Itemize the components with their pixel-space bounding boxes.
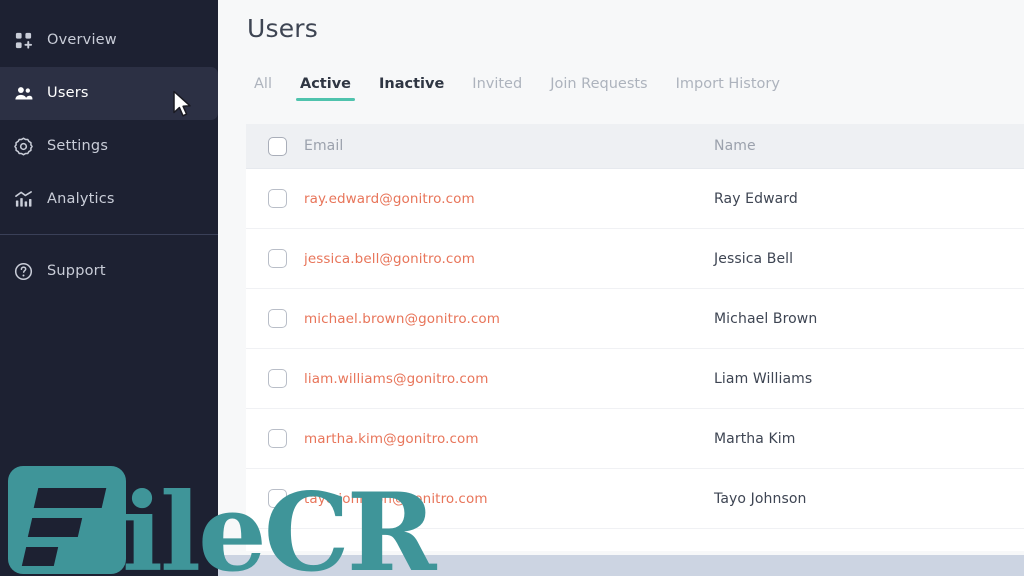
cell-name: Tayo Johnson: [714, 490, 807, 507]
sidebar-item-label: Support: [47, 263, 106, 280]
cell-email[interactable]: liam.williams@gonitro.com: [304, 371, 714, 387]
sidebar-item-settings[interactable]: Settings: [0, 120, 218, 173]
grid-plus-icon: [14, 31, 33, 50]
help-circle-icon: [14, 262, 33, 281]
gear-icon: [14, 137, 33, 156]
cell-email[interactable]: martha.kim@gonitro.com: [304, 431, 714, 447]
table-footer-spacer: [246, 529, 1024, 551]
table-row[interactable]: michael.brown@gonitro.com Michael Brown: [246, 289, 1024, 349]
cell-email[interactable]: jessica.bell@gonitro.com: [304, 251, 714, 267]
select-all-checkbox-cell[interactable]: [246, 136, 304, 156]
cell-name: Martha Kim: [714, 430, 796, 447]
row-checkbox-cell[interactable]: [246, 369, 304, 388]
cell-email[interactable]: tayo.johnson@gonitro.com: [304, 491, 714, 507]
app-root: Overview Users Settings Analytics Suppor…: [0, 0, 1024, 576]
cell-name: Ray Edward: [714, 190, 798, 207]
tab-active[interactable]: Active: [286, 77, 365, 101]
tab-join-requests[interactable]: Join Requests: [536, 77, 661, 101]
table-row[interactable]: ray.edward@gonitro.com Ray Edward: [246, 169, 1024, 229]
row-checkbox[interactable]: [267, 429, 287, 448]
users-icon: [14, 84, 33, 103]
select-all-checkbox[interactable]: [267, 136, 287, 156]
row-checkbox[interactable]: [267, 189, 287, 208]
tab-import-history[interactable]: Import History: [662, 77, 794, 101]
cell-name: Liam Williams: [714, 370, 813, 387]
table-row[interactable]: martha.kim@gonitro.com Martha Kim: [246, 409, 1024, 469]
row-checkbox[interactable]: [267, 369, 287, 388]
row-checkbox[interactable]: [267, 249, 287, 268]
users-table: Email Name ray.edward@gonitro.com Ray Ed…: [246, 124, 1024, 551]
page-bottom-band: [218, 555, 1024, 576]
row-checkbox-cell[interactable]: [246, 189, 304, 208]
tab-invited[interactable]: Invited: [458, 77, 536, 101]
tab-all[interactable]: All: [240, 77, 286, 101]
page-title: Users: [247, 14, 319, 43]
sidebar-item-support[interactable]: Support: [0, 245, 218, 298]
cell-email[interactable]: ray.edward@gonitro.com: [304, 191, 714, 207]
row-checkbox[interactable]: [267, 309, 287, 328]
sidebar-item-label: Users: [47, 85, 89, 102]
tab-inactive[interactable]: Inactive: [365, 77, 458, 101]
row-checkbox-cell[interactable]: [246, 429, 304, 448]
cell-name: Michael Brown: [714, 310, 818, 327]
cell-email[interactable]: michael.brown@gonitro.com: [304, 311, 714, 327]
column-header-name[interactable]: Name: [714, 138, 1024, 154]
sidebar-item-label: Settings: [47, 138, 109, 155]
tab-bar: All Active Inactive Invited Join Request…: [240, 77, 794, 101]
sidebar-item-label: Overview: [47, 32, 117, 49]
main-content: Users All Active Inactive Invited Join R…: [218, 0, 1024, 576]
row-checkbox-cell[interactable]: [246, 309, 304, 328]
row-checkbox-cell[interactable]: [246, 489, 304, 508]
table-row[interactable]: tayo.johnson@gonitro.com Tayo Johnson: [246, 469, 1024, 529]
cell-name: Jessica Bell: [714, 250, 794, 267]
row-checkbox[interactable]: [267, 489, 287, 508]
table-row[interactable]: liam.williams@gonitro.com Liam Williams: [246, 349, 1024, 409]
sidebar-item-label: Analytics: [47, 191, 115, 208]
row-checkbox-cell[interactable]: [246, 249, 304, 268]
table-row[interactable]: jessica.bell@gonitro.com Jessica Bell: [246, 229, 1024, 289]
column-header-email[interactable]: Email: [304, 138, 714, 154]
sidebar: Overview Users Settings Analytics Suppor…: [0, 0, 218, 576]
sidebar-item-users[interactable]: Users: [0, 67, 218, 120]
chart-icon: [14, 190, 33, 209]
sidebar-item-analytics[interactable]: Analytics: [0, 173, 218, 226]
sidebar-item-overview[interactable]: Overview: [0, 14, 218, 67]
table-header-row: Email Name: [246, 124, 1024, 169]
